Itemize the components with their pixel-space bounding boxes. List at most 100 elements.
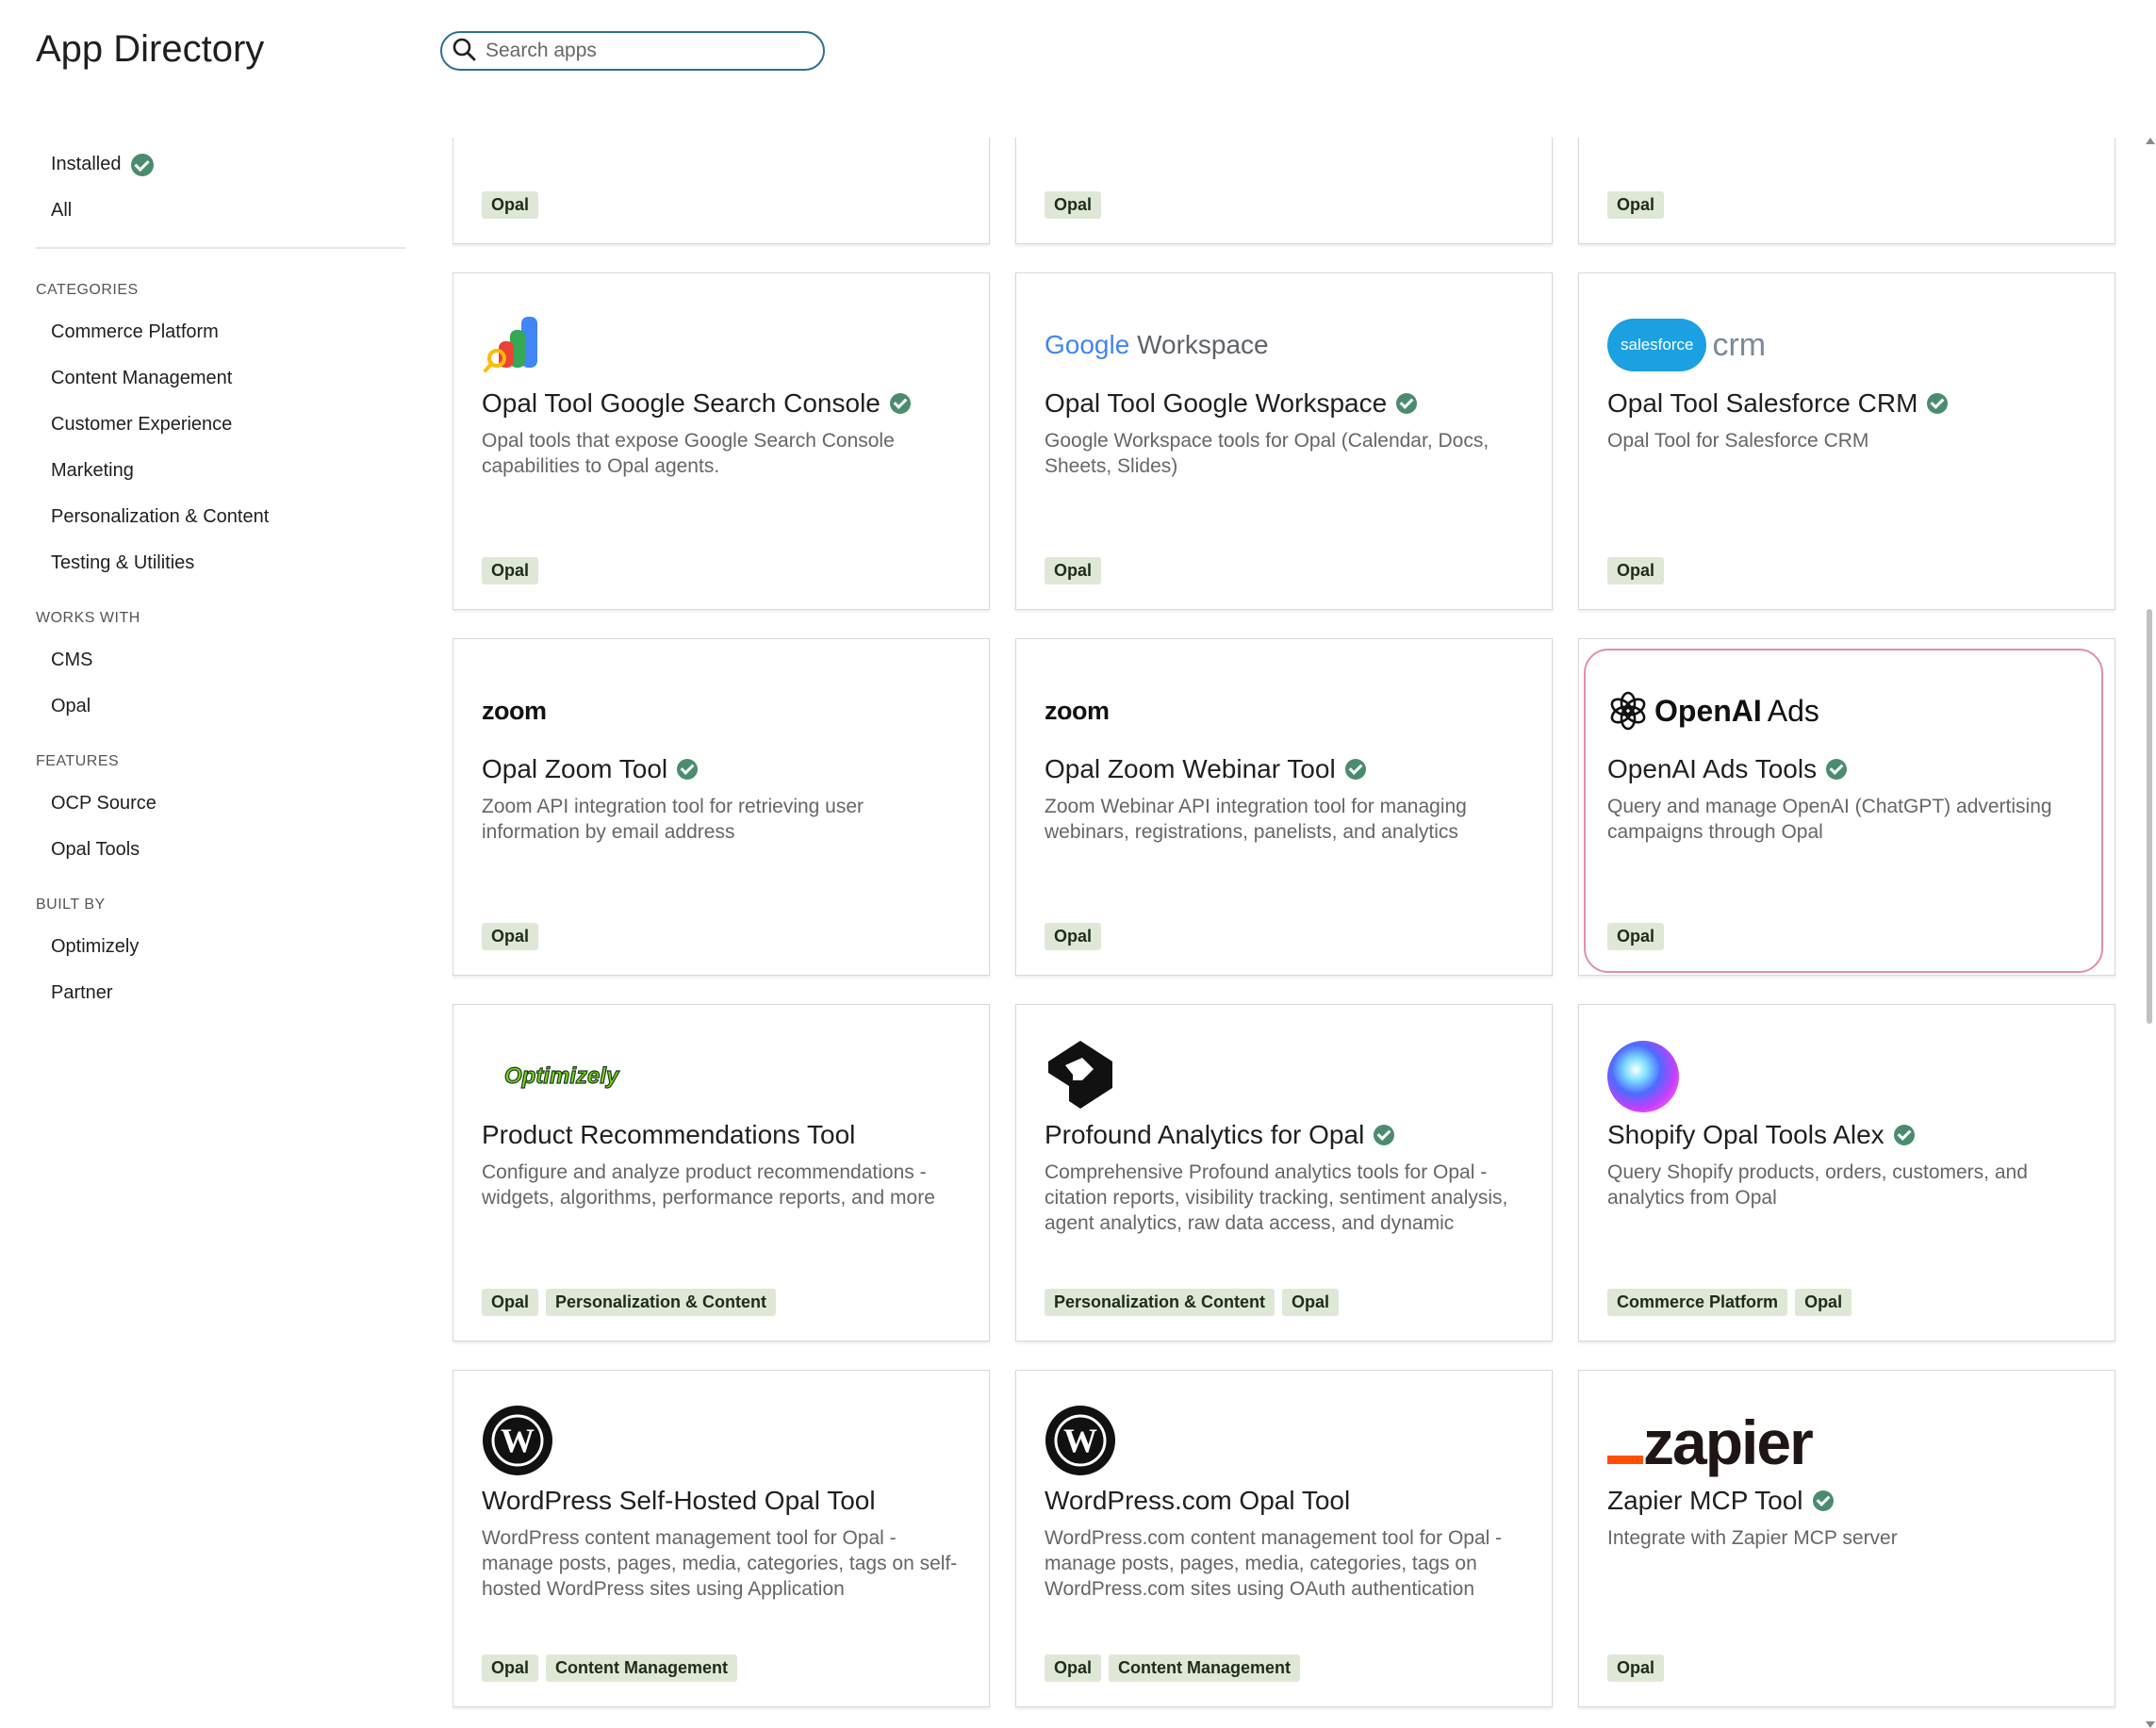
verified-check-icon: [889, 393, 911, 414]
app-card-title-text: Opal Zoom Webinar Tool: [1045, 754, 1336, 783]
tag-opal: Opal: [482, 191, 539, 219]
app-logo: W: [1045, 1405, 1327, 1480]
app-card-title: Opal Tool Salesforce CRM: [1607, 388, 1949, 419]
tag-opal: Opal: [1045, 1654, 1102, 1682]
wordpress-logo-icon: W: [482, 1405, 553, 1481]
filter-feature-ocp-source[interactable]: OCP Source: [36, 781, 405, 827]
tag-opal: Opal: [482, 557, 539, 584]
search-bar[interactable]: [440, 31, 825, 71]
filter-works-with-opal[interactable]: Opal: [36, 683, 405, 730]
app-logo: zoom: [482, 673, 765, 749]
app-card[interactable]: W WordPress.com Opal Tool WordPress.com co…: [1015, 1370, 1553, 1707]
tag-opal: Opal: [1607, 191, 1665, 219]
svg-text:W: W: [501, 1422, 535, 1459]
app-card-tags: Opal: [482, 191, 539, 219]
app-card[interactable]: Shopify Opal Tools Alex Query Shopify pro…: [1578, 1004, 2115, 1341]
app-card-title: Zapier MCP Tool: [1607, 1486, 1834, 1516]
tag-opal: Opal: [1282, 1289, 1340, 1316]
app-card-title: Shopify Opal Tools Alex: [1607, 1120, 1915, 1150]
app-card-tags: Opal: [1045, 191, 1102, 219]
scroll-up-arrow-icon[interactable]: [2146, 138, 2155, 144]
app-card[interactable]: Opal: [453, 138, 990, 244]
filter-category-content-management[interactable]: Content Management: [36, 355, 405, 402]
filter-category-testing-utilities[interactable]: Testing & Utilities: [36, 540, 405, 586]
categories-heading: CATEGORIES: [36, 282, 139, 298]
scrollbar-thumb[interactable]: [2147, 609, 2152, 1024]
app-card[interactable]: zapier Zapier MCP Tool Integrate with Zapi…: [1578, 1370, 2115, 1707]
app-card-title: Product Recommendations Tool: [482, 1120, 855, 1150]
sidebar-divider: [36, 247, 405, 249]
app-card-title: Opal Zoom Webinar Tool: [1045, 754, 1366, 784]
filter-feature-opal-tools[interactable]: Opal Tools: [36, 827, 405, 873]
app-card[interactable]: Opal: [1578, 138, 2115, 244]
tag-content-management: Content Management: [546, 1654, 738, 1682]
tag-opal: Opal: [482, 923, 539, 950]
filter-all[interactable]: All: [36, 188, 405, 234]
app-card-description: Integrate with Zapier MCP server: [1607, 1527, 1898, 1549]
verified-check-icon: [1826, 759, 1848, 780]
filter-category-marketing[interactable]: Marketing: [36, 448, 405, 494]
app-card-tags: Opal Content Management: [482, 1654, 738, 1682]
app-card[interactable]: Opal: [1015, 138, 1553, 244]
app-card-description: Opal Tool for Salesforce CRM: [1607, 430, 1869, 452]
app-card[interactable]: Optimizely Product Recommendations Tool Co…: [453, 1004, 990, 1341]
profound-logo-icon: [1045, 1039, 1116, 1115]
zoom-logo-icon: zoom: [482, 696, 547, 725]
app-card-tags: Opal: [1607, 1654, 1665, 1682]
app-card-tags: Opal: [1607, 923, 1665, 950]
app-card-tags: Opal Personalization & Content: [482, 1289, 777, 1316]
tag-opal: Opal: [1045, 557, 1102, 584]
app-card[interactable]: Profound Analytics for Opal Comprehensive…: [1015, 1004, 1553, 1341]
app-card[interactable]: zoom Opal Zoom Webinar Tool Zoom Webinar A…: [1015, 638, 1553, 976]
app-logo: zoom: [1045, 673, 1327, 749]
app-logo: Optimizely: [482, 1039, 765, 1114]
app-card-description: Zoom Webinar API integration tool for ma…: [1045, 796, 1467, 843]
app-card[interactable]: OpenAI Ads OpenAI Ads Tools Query and manag…: [1578, 638, 2115, 976]
app-logo: salesforce crm: [1607, 307, 1890, 383]
scroll-down-arrow-icon[interactable]: [2146, 1721, 2155, 1728]
app-logo: W: [482, 1405, 765, 1480]
app-card-title: WordPress Self-Hosted Opal Tool: [482, 1486, 876, 1516]
verified-check-icon: [1812, 1490, 1834, 1511]
app-card-title: Opal Tool Google Search Console: [482, 388, 911, 419]
app-card-title-text: WordPress.com Opal Tool: [1045, 1486, 1351, 1515]
app-card-title-text: OpenAI Ads Tools: [1607, 754, 1818, 783]
app-card-title-text: Zapier MCP Tool: [1607, 1486, 1803, 1515]
app-card-tags: Opal: [1607, 191, 1665, 219]
verified-check-icon: [1893, 1125, 1915, 1145]
app-card-title-text: Shopify Opal Tools Alex: [1607, 1120, 1884, 1149]
app-card-title: Opal Zoom Tool: [482, 754, 699, 784]
filter-category-customer-experience[interactable]: Customer Experience: [36, 402, 405, 448]
search-icon: [452, 37, 476, 66]
filter-built-by-partner[interactable]: Partner: [36, 970, 405, 1016]
scrollbar[interactable]: [2144, 138, 2155, 1728]
works-with-heading: WORKS WITH: [36, 610, 140, 626]
filter-works-with-cms[interactable]: CMS: [36, 637, 405, 683]
search-input[interactable]: [484, 39, 808, 63]
tag-opal: Opal: [1607, 923, 1665, 950]
app-card[interactable]: W WordPress Self-Hosted Opal Tool WordPres…: [453, 1370, 990, 1707]
zapier-logo-icon: zapier: [1607, 1411, 1814, 1473]
app-card[interactable]: salesforce crm Opal Tool Salesforce CRM Opa…: [1578, 272, 2115, 610]
filter-all-label: All: [51, 200, 73, 221]
filter-built-by-optimizely[interactable]: Optimizely: [36, 924, 405, 970]
app-card[interactable]: zoom Opal Zoom Tool Zoom API integration t…: [453, 638, 990, 976]
app-card[interactable]: Google Workspace Opal Tool Google Workspa…: [1015, 272, 1553, 610]
app-card-title: OpenAI Ads Tools: [1607, 754, 1848, 784]
tag-content-management: Content Management: [1109, 1654, 1301, 1682]
app-card-description: WordPress content management tool for Op…: [482, 1527, 958, 1600]
app-card[interactable]: Opal Tool Google Search Console Opal tool…: [453, 272, 990, 610]
app-card-title-text: Opal Tool Google Workspace: [1045, 388, 1388, 418]
tag-opal: Opal: [1607, 1654, 1665, 1682]
tag-opal: Opal: [1607, 557, 1665, 584]
filter-category-commerce-platform[interactable]: Commerce Platform: [36, 309, 405, 355]
verified-check-icon: [1927, 393, 1949, 414]
app-card-title: WordPress.com Opal Tool: [1045, 1486, 1350, 1516]
tag-opal: Opal: [1795, 1289, 1852, 1316]
filter-category-personalization-content[interactable]: Personalization & Content: [36, 494, 405, 540]
app-card-title: Opal Tool Google Workspace: [1045, 388, 1418, 419]
filter-installed[interactable]: Installed: [36, 141, 405, 188]
shopify-orb-logo-icon: [1607, 1041, 1679, 1112]
built-by-heading: BUILT BY: [36, 897, 106, 913]
app-card-tags: Opal Content Management: [1045, 1654, 1301, 1682]
